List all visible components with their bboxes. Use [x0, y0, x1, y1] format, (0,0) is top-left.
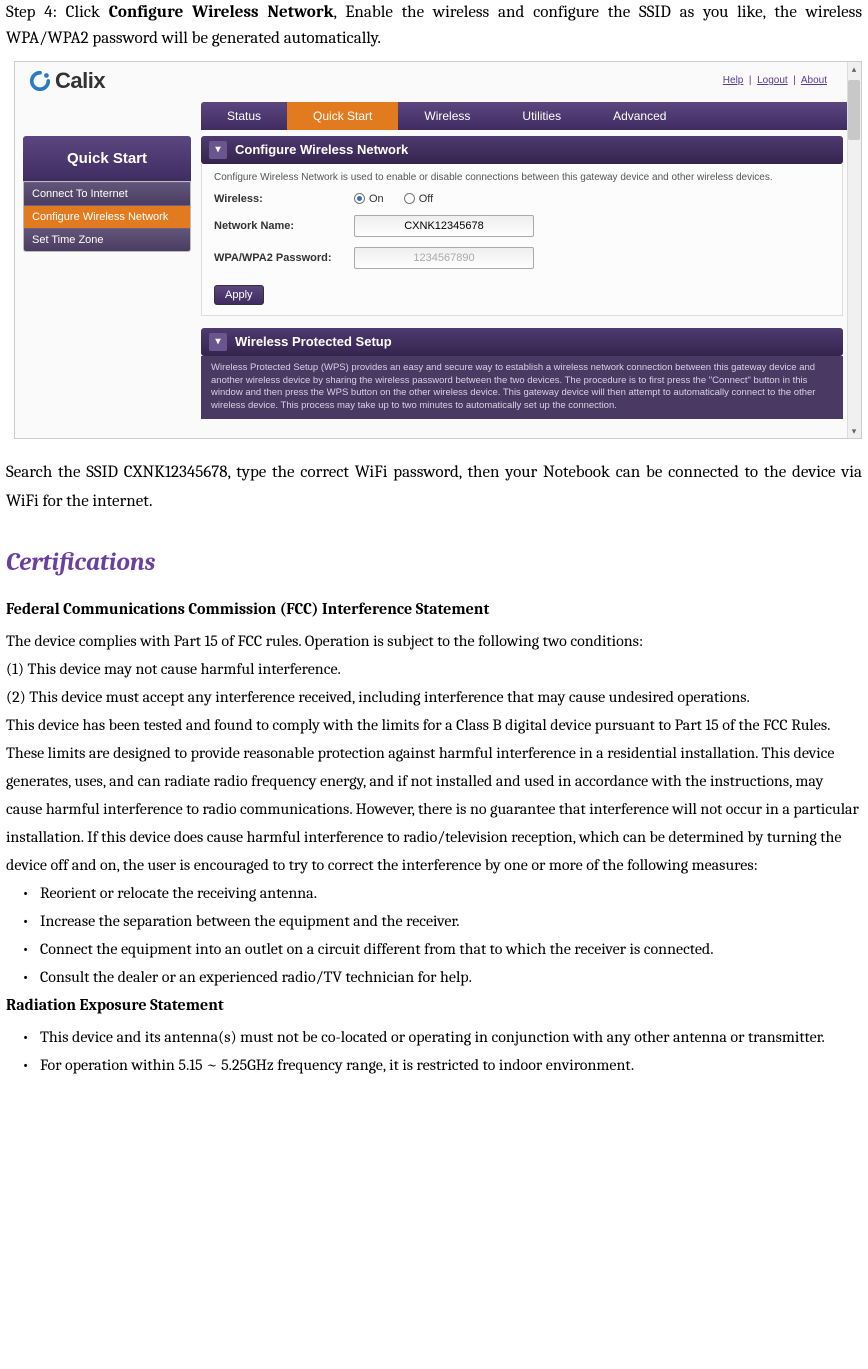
- sidebar-item-time-zone[interactable]: Set Time Zone: [24, 228, 190, 251]
- chevron-down-icon: ▾: [209, 141, 227, 159]
- scrollbar-track[interactable]: ▴ ▾: [847, 62, 861, 438]
- wireless-label: Wireless:: [214, 193, 354, 205]
- wpa-password-label: WPA/WPA2 Password:: [214, 252, 354, 264]
- main-nav: Status Quick Start Wireless Utilities Ad…: [201, 102, 853, 130]
- nav-wireless[interactable]: Wireless: [398, 102, 496, 130]
- logout-link[interactable]: Logout: [757, 75, 788, 86]
- panel-wps-description: Wireless Protected Setup (WPS) provides …: [201, 356, 843, 419]
- list-item: This device and its antenna(s) must not …: [26, 1023, 862, 1051]
- radiation-exposure-title: Radiation Exposure Statement: [6, 991, 862, 1019]
- apply-button[interactable]: Apply: [214, 285, 264, 305]
- sidebar-title: Quick Start: [23, 136, 191, 181]
- list-item: Increase the separation between the equi…: [26, 907, 862, 935]
- panel-configure-wireless-header[interactable]: ▾ Configure Wireless Network: [201, 136, 843, 164]
- network-name-input[interactable]: [354, 215, 534, 237]
- certifications-heading: Certifications: [6, 548, 862, 577]
- nav-status[interactable]: Status: [201, 102, 287, 130]
- top-links: Help | Logout | About: [723, 75, 827, 86]
- nav-quick-start[interactable]: Quick Start: [287, 102, 398, 130]
- scrollbar-thumb[interactable]: [848, 80, 860, 140]
- fcc-measures-list: Reorient or relocate the receiving anten…: [6, 879, 862, 991]
- sidebar-item-connect[interactable]: Connect To Internet: [24, 182, 190, 205]
- wireless-off-radio[interactable]: Off: [404, 193, 433, 205]
- nav-advanced[interactable]: Advanced: [587, 102, 692, 130]
- post-screenshot-text: Search the SSID CXNK12345678, type the c…: [6, 459, 862, 517]
- radio-unchecked-icon: [404, 193, 415, 204]
- list-item: Consult the dealer or an experienced rad…: [26, 963, 862, 991]
- list-item: Connect the equipment into an outlet on …: [26, 935, 862, 963]
- calix-logo-icon: [29, 70, 51, 92]
- scroll-down-icon[interactable]: ▾: [847, 424, 861, 438]
- about-link[interactable]: About: [801, 75, 827, 86]
- calix-logo: Calix: [29, 68, 105, 94]
- panel-wps-header[interactable]: ▾ Wireless Protected Setup: [201, 328, 843, 356]
- wireless-on-radio[interactable]: On: [354, 193, 384, 205]
- router-ui-screenshot: ▴ ▾ Calix Help | Logout | About Status: [14, 61, 862, 439]
- step-4-text: Step 4: Click Configure Wireless Network…: [6, 0, 862, 53]
- panel-configure-wireless-body: Configure Wireless Network is used to en…: [201, 164, 843, 316]
- certifications-body: Federal Communications Commission (FCC) …: [6, 595, 862, 1079]
- nav-utilities[interactable]: Utilities: [496, 102, 587, 130]
- wpa-password-input[interactable]: [354, 247, 534, 269]
- chevron-down-icon: ▾: [209, 333, 227, 351]
- scroll-up-icon[interactable]: ▴: [847, 62, 861, 76]
- radio-checked-icon: [354, 193, 365, 204]
- list-item: Reorient or relocate the receiving anten…: [26, 879, 862, 907]
- sidebar-item-configure-wireless[interactable]: Configure Wireless Network: [24, 205, 190, 228]
- help-link[interactable]: Help: [723, 75, 744, 86]
- radiation-exposure-list: This device and its antenna(s) must not …: [6, 1023, 862, 1079]
- network-name-label: Network Name:: [214, 220, 354, 232]
- panel-description: Configure Wireless Network is used to en…: [214, 172, 830, 183]
- sidebar: Quick Start Connect To Internet Configur…: [23, 136, 191, 419]
- list-item: For operation within 5.15 ~ 5.25GHz freq…: [26, 1051, 862, 1079]
- fcc-statement-title: Federal Communications Commission (FCC) …: [6, 595, 862, 623]
